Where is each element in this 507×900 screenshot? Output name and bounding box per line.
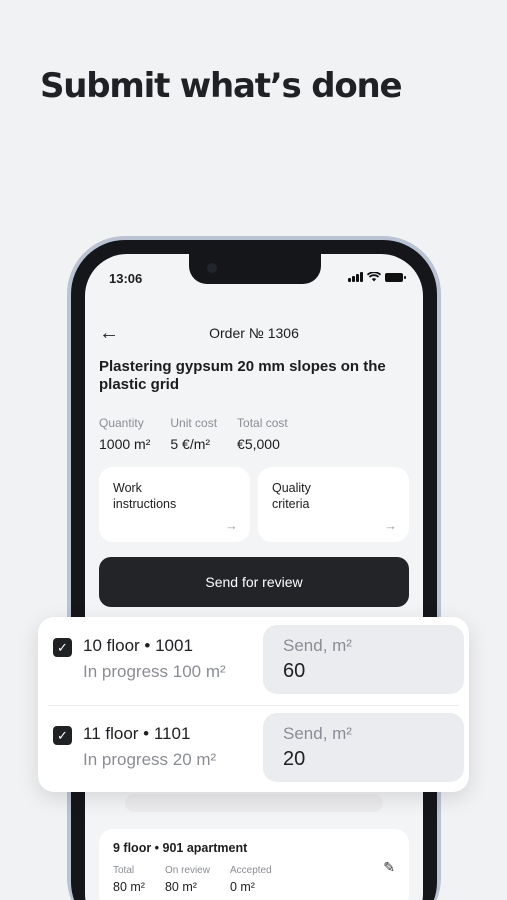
status-icons [348, 272, 406, 282]
pencil-icon[interactable]: ✎ [383, 859, 395, 876]
apartment-card[interactable]: 9 floor • 901 apartment ✎ Total 80 m² On… [99, 829, 409, 900]
headline: Submit what’s done [40, 66, 403, 106]
card-label: Quality criteria [272, 481, 311, 511]
status-time: 13:06 [109, 271, 143, 286]
signal-icon [348, 272, 363, 282]
stat-value: 5 €/m² [170, 436, 211, 452]
apartment-stats: Total 80 m² On review 80 m² Accepted 0 m… [113, 865, 395, 894]
stat-value: €5,000 [237, 436, 280, 452]
stat-unit-cost: Unit cost 5 €/m² [170, 416, 217, 452]
checkbox-checked-icon[interactable]: ✓ [53, 726, 72, 745]
stat-total-cost: Total cost €5,000 [237, 416, 288, 452]
row-title: 10 floor • 1001 [83, 636, 193, 655]
stat-value: 80 m² [113, 880, 145, 894]
notch [189, 254, 321, 284]
row-status: In progress 100 m² [83, 662, 226, 681]
send-quantity-input[interactable]: Send, m² 20 [263, 713, 464, 782]
submission-row: ✓ 10 floor • 1001 In progress 100 m² Sen… [38, 617, 469, 705]
row-title: 11 floor • 1101 [83, 724, 191, 743]
stat-value: 1000 m² [99, 436, 151, 452]
work-instructions-card[interactable]: Work instructions → [99, 467, 250, 542]
camera-icon [207, 263, 217, 273]
send-quantity-input[interactable]: Send, m² 60 [263, 625, 464, 694]
apartment-stat-total: Total 80 m² [113, 865, 145, 894]
top-bar: ← Order № 1306 [85, 320, 423, 348]
stat-quantity: Quantity 1000 m² [99, 416, 150, 452]
phone-frame: 13:06 ← Order № 1306 Plastering gypsum 2… [67, 236, 441, 900]
apartment-title: 9 floor • 901 apartment [113, 841, 248, 855]
list-item-partial [125, 794, 383, 812]
card-label: Work instructions [113, 481, 177, 511]
send-for-review-button[interactable]: Send for review [99, 557, 409, 607]
apartment-stat-accepted: Accepted 0 m² [230, 865, 272, 894]
stat-label: Total cost [237, 416, 288, 430]
wifi-icon [367, 272, 381, 282]
battery-icon [385, 273, 406, 282]
stat-label: Total [113, 865, 135, 876]
send-input-value[interactable]: 20 [283, 748, 444, 771]
send-input-label: Send, m² [283, 636, 352, 655]
info-cards: Work instructions → Quality criteria → [99, 467, 409, 542]
app-screen: 13:06 ← Order № 1306 Plastering gypsum 2… [85, 254, 423, 900]
stat-label: Accepted [229, 865, 272, 876]
apartment-stat-on-review: On review 80 m² [165, 865, 210, 894]
send-input-value[interactable]: 60 [283, 660, 444, 683]
order-stats: Quantity 1000 m² Unit cost 5 €/m² Total … [99, 416, 288, 452]
arrow-right-icon: → [384, 518, 397, 533]
stat-label: On review [164, 865, 210, 876]
send-input-label: Send, m² [283, 724, 352, 743]
submission-panel: ✓ 10 floor • 1001 In progress 100 m² Sen… [38, 617, 469, 792]
stat-value: 0 m² [229, 880, 255, 894]
checkbox-checked-icon[interactable]: ✓ [53, 638, 72, 657]
stat-value: 80 m² [164, 880, 197, 894]
stat-label: Unit cost [170, 416, 218, 430]
quality-criteria-card[interactable]: Quality criteria → [258, 467, 409, 542]
job-title: Plastering gypsum 20 mm slopes on the pl… [99, 358, 386, 393]
stat-label: Quantity [99, 416, 144, 430]
arrow-right-icon: → [225, 518, 238, 533]
row-status: In progress 20 m² [83, 750, 217, 769]
order-title: Order № 1306 [209, 325, 299, 341]
submission-row: ✓ 11 floor • 1101 In progress 20 m² Send… [38, 705, 469, 793]
